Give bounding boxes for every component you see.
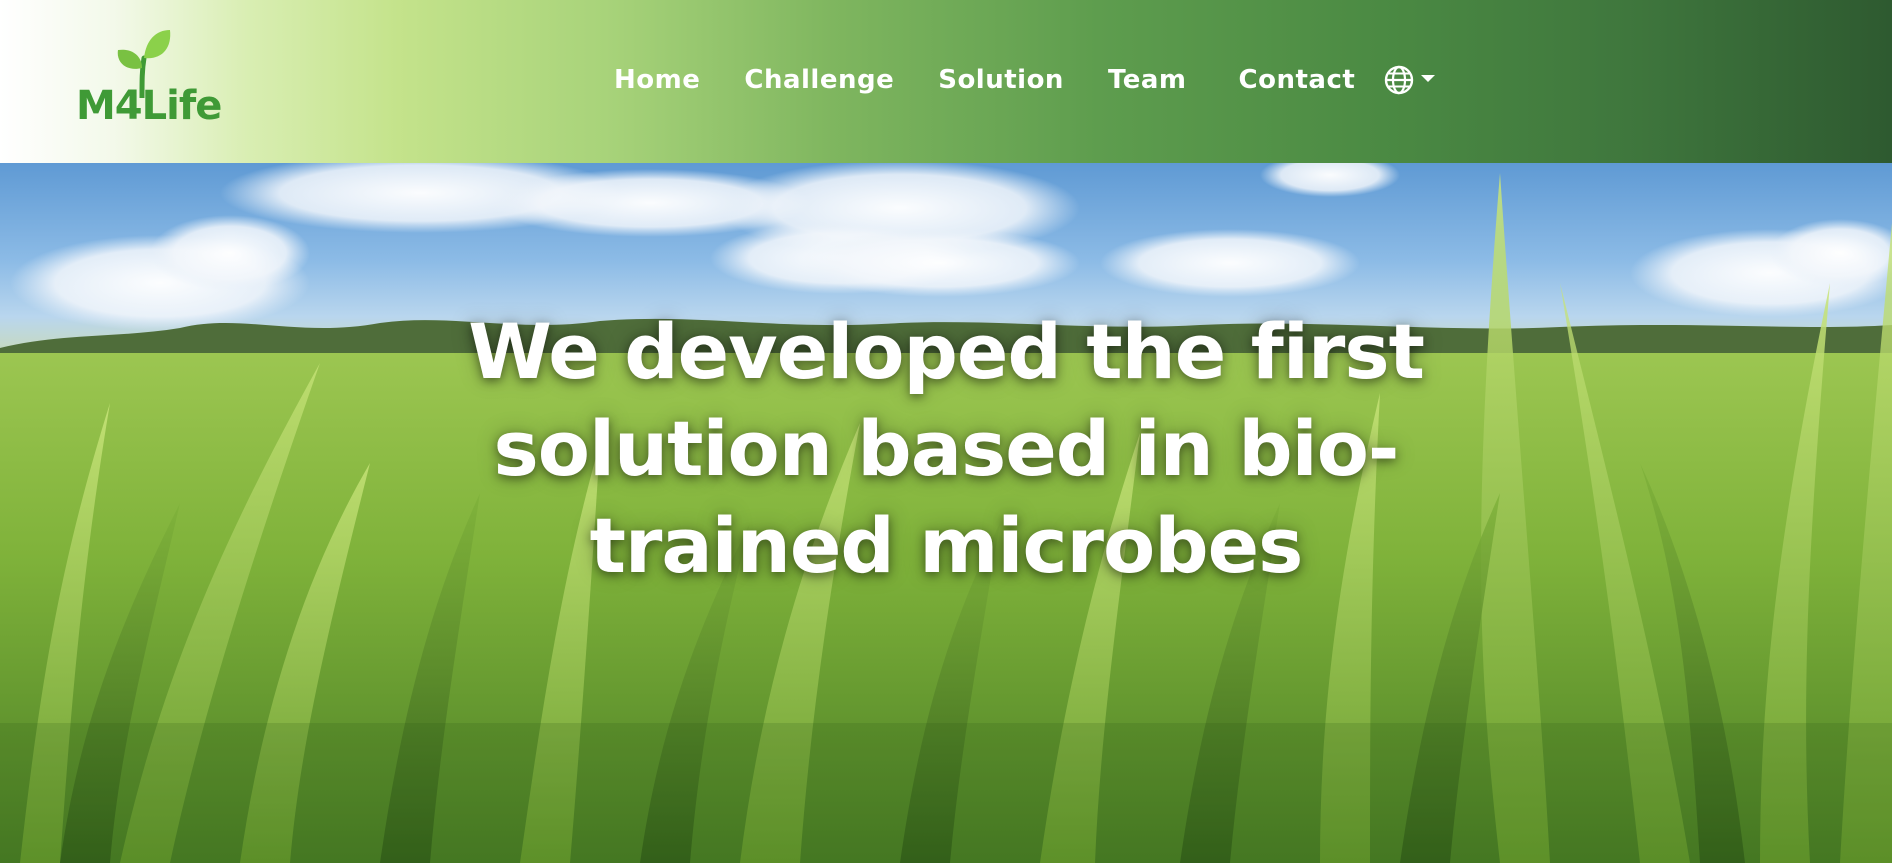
globe-icon (1385, 65, 1414, 95)
hero-section: We developed the first solution based in… (0, 163, 1892, 863)
nav-link-home[interactable]: Home (614, 65, 700, 95)
caret-down-icon (1421, 74, 1436, 82)
main-navigation: Home Challenge Solution Team Contact (614, 58, 1436, 102)
hero-heading: We developed the first solution based in… (468, 307, 1425, 590)
nav-link-solution[interactable]: Solution (938, 65, 1064, 95)
top-navbar: M4Life Home Challenge Solution Team Cont… (0, 0, 1892, 163)
nav-link-challenge[interactable]: Challenge (744, 65, 894, 95)
logo-wordmark: M4Life (76, 83, 222, 129)
language-dropdown[interactable] (1383, 64, 1436, 96)
site-logo[interactable]: M4Life (76, 28, 222, 134)
nav-link-contact[interactable]: Contact (1239, 65, 1356, 95)
page: M4Life Home Challenge Solution Team Cont… (0, 0, 1892, 863)
nav-link-team[interactable]: Team (1108, 65, 1187, 95)
